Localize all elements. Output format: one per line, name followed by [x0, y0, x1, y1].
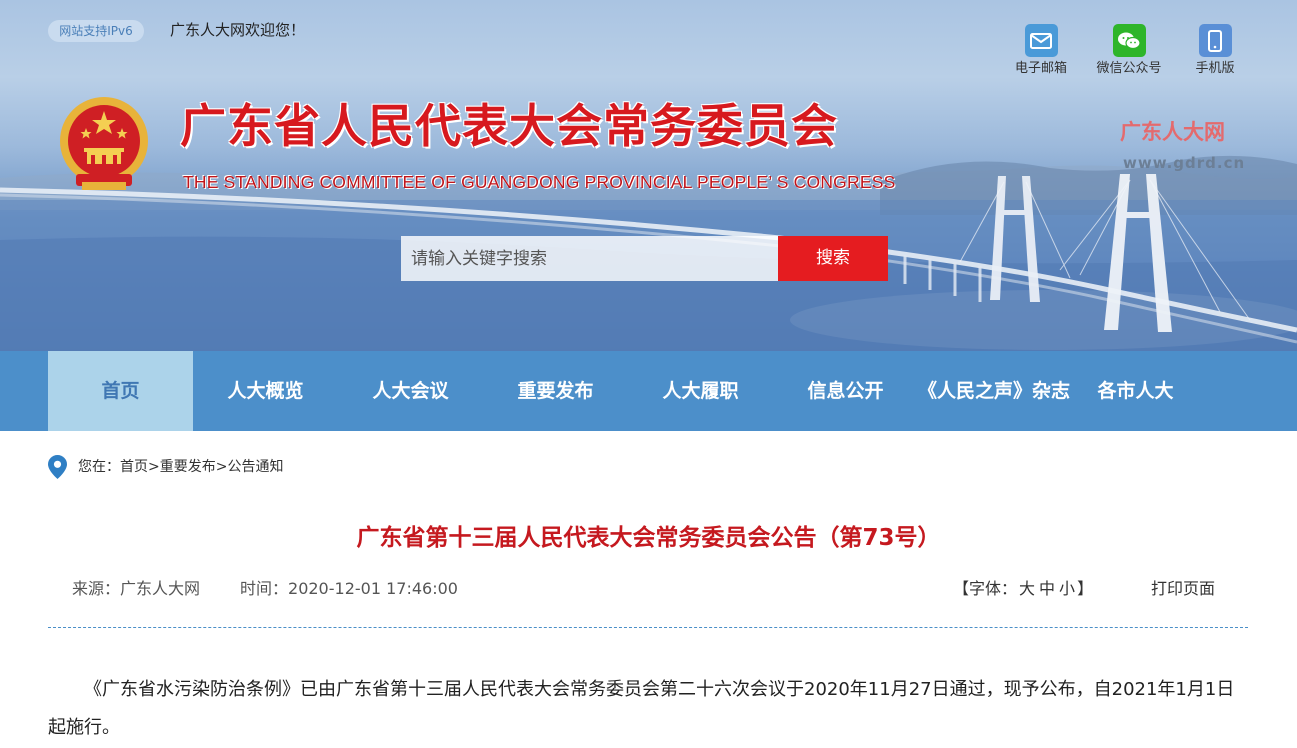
mail-icon	[1024, 24, 1058, 57]
font-size-control: 【字体：大中小】	[953, 577, 1093, 601]
email-link[interactable]: 电子邮箱	[996, 24, 1086, 78]
location-pin-icon	[48, 455, 67, 479]
email-link-label: 电子邮箱	[1014, 61, 1067, 76]
article-body: 《广东省水污染防治条例》已由广东省第十三届人民代表大会常务委员会第二十六次会议于…	[48, 679, 1235, 738]
nav-item-city-congresses[interactable]: 各市人大	[1063, 351, 1208, 431]
print-page-link[interactable]: 打印页面	[1151, 577, 1215, 601]
mobile-icon	[1198, 24, 1232, 57]
breadcrumb-home[interactable]: 首页	[120, 459, 148, 475]
header-banner: 网站支持IPv6 广东人大网欢迎您！ 电子邮箱 微信公众号 手机版 广东省人民代…	[0, 0, 1297, 351]
national-emblem-icon	[60, 97, 148, 190]
main-nav: 首页 人大概览 人大会议 重要发布 人大履职 信息公开 《人民之声》杂志 各市人…	[0, 351, 1297, 431]
article-title: 广东省第十三届人民代表大会常务委员会公告（第73号）	[356, 525, 941, 551]
breadcrumb-text: 您在：首页>重要发布>公告通知	[78, 455, 283, 479]
article-source: 来源：广东人大网	[72, 579, 201, 598]
nav-item-home[interactable]: 首页	[48, 351, 193, 431]
nav-item-info-disclosure[interactable]: 信息公开	[773, 351, 918, 431]
site-title-en: THE STANDING COMMITTEE OF GUANGDONG PROV…	[183, 172, 896, 192]
brand-logo-text: 广东人大网	[1120, 120, 1225, 144]
search-input[interactable]	[401, 236, 779, 281]
font-size-medium[interactable]: 中	[1039, 579, 1055, 598]
brand-url: www.gdrd.cn	[1123, 154, 1246, 172]
site-title-cn: 广东省人民代表大会常务委员会	[180, 99, 838, 153]
font-size-label-close: 】	[1077, 579, 1094, 598]
nav-item-releases[interactable]: 重要发布	[483, 351, 628, 431]
wechat-link-label: 微信公众号	[1096, 61, 1162, 76]
breadcrumb-prefix: 您在：	[78, 459, 120, 475]
mobile-link-label: 手机版	[1195, 61, 1235, 76]
breadcrumb-sep: >	[148, 459, 160, 475]
wechat-icon	[1112, 24, 1146, 57]
nav-item-magazine[interactable]: 《人民之声》杂志	[918, 351, 1070, 431]
nav-item-duties[interactable]: 人大履职	[628, 351, 773, 431]
nav-item-meetings[interactable]: 人大会议	[338, 351, 483, 431]
article-time: 时间：2020-12-01 17:46:00	[240, 579, 458, 598]
font-size-small[interactable]: 小	[1059, 579, 1075, 598]
breadcrumb-releases[interactable]: 重要发布	[160, 459, 216, 475]
nav-item-overview[interactable]: 人大概览	[193, 351, 338, 431]
breadcrumb: 您在：首页>重要发布>公告通知	[48, 455, 283, 479]
font-size-label-open: 【字体：	[953, 579, 1018, 598]
ipv6-badge: 网站支持IPv6	[48, 20, 144, 42]
search-button[interactable]: 搜索	[778, 236, 888, 281]
meta-divider	[48, 627, 1248, 628]
breadcrumb-sep: >	[215, 459, 228, 475]
article-meta: 来源：广东人大网 时间：2020-12-01 17:46:00	[72, 577, 458, 601]
breadcrumb-notices[interactable]: 公告通知	[227, 459, 283, 475]
font-size-large[interactable]: 大	[1019, 579, 1035, 598]
wechat-link[interactable]: 微信公众号	[1084, 24, 1174, 78]
welcome-text: 广东人大网欢迎您！	[170, 21, 306, 39]
mobile-link[interactable]: 手机版	[1170, 24, 1260, 78]
